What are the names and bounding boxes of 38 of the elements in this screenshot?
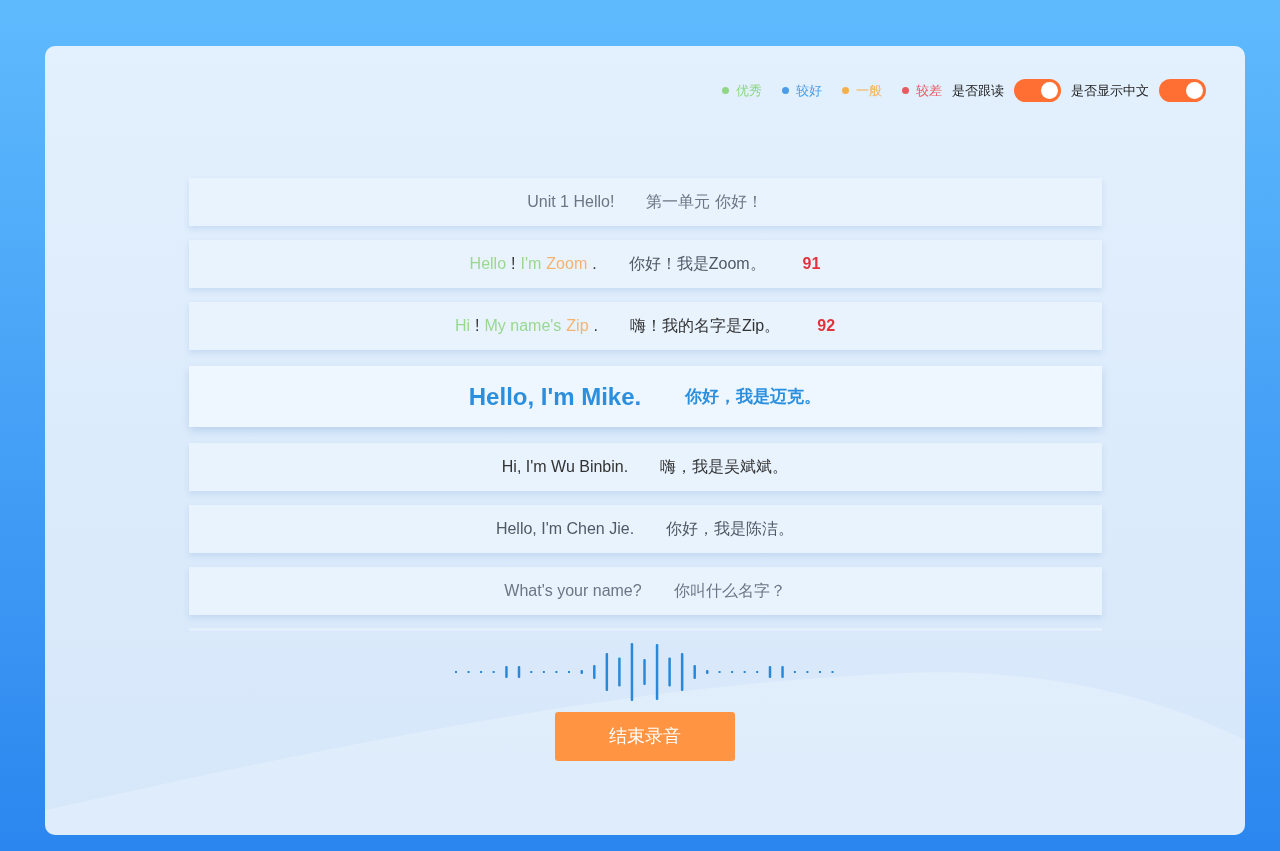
sentence-word: Zip xyxy=(566,316,589,336)
legend-label: 一般 xyxy=(856,81,882,100)
english-sentence: Hello, I'm Mike. xyxy=(468,381,642,412)
punctuation: ! xyxy=(511,254,516,274)
score: 91 xyxy=(802,254,821,274)
sentence-row[interactable]: What's your name? 你叫什么名字？ xyxy=(188,567,1102,615)
english-sentence: Hello, I'm Chen Jie. xyxy=(495,519,635,539)
sentence-word: I'm xyxy=(520,254,542,274)
chinese-translation: 你叫什么名字？ xyxy=(673,581,786,601)
chinese-translation: 你好，我是迈克。 xyxy=(685,385,822,408)
chinese-translation: 嗨！我的名字是Zip。 xyxy=(630,316,781,336)
score: 92 xyxy=(817,316,836,336)
sentence-row[interactable]: Hi, I'm Wu Binbin. 嗨，我是吴斌斌。 xyxy=(188,443,1102,491)
punctuation: . xyxy=(592,254,597,274)
toggle-label: 是否跟读 xyxy=(952,81,1004,100)
punctuation: ! xyxy=(475,316,480,336)
sentence-row[interactable]: Hello, I'm Chen Jie. 你好，我是陈洁。 xyxy=(188,505,1102,553)
sentence-word: Hi xyxy=(454,316,471,336)
sentence-word: Hello xyxy=(469,254,507,274)
punctuation: . xyxy=(593,316,599,336)
sentence-row[interactable]: Hi ! My name's Zip . 嗨！我的名字是Zip。 92 xyxy=(188,302,1102,350)
toggle-switch[interactable] xyxy=(1014,79,1061,102)
toggle-label: 是否显示中文 xyxy=(1071,81,1149,100)
legend-label: 较好 xyxy=(796,81,822,100)
sentence-row[interactable]: Hello ! I'm Zoom . 你好！我是Zoom。 91 xyxy=(188,240,1102,288)
legend-label: 较差 xyxy=(916,81,942,100)
english-sentence: Hi, I'm Wu Binbin. xyxy=(501,457,629,477)
chinese-translation: 你好！我是Zoom。 xyxy=(628,254,766,274)
legend-label: 优秀 xyxy=(736,81,762,100)
english-sentence: What's your name? xyxy=(504,581,642,601)
sentence-row[interactable]: Unit 1 Hello! 第一单元 你好！ xyxy=(188,178,1102,226)
chinese-translation: 你好，我是陈洁。 xyxy=(666,519,795,539)
sentence-word: Zoom xyxy=(546,254,588,274)
chinese-translation: 嗨，我是吴斌斌。 xyxy=(660,457,789,477)
toggle-switch[interactable] xyxy=(1159,79,1206,102)
english-sentence: Unit 1 Hello! xyxy=(527,192,615,212)
sentence-word: My name's xyxy=(484,316,562,336)
chinese-translation: 第一单元 你好！ xyxy=(646,192,763,212)
